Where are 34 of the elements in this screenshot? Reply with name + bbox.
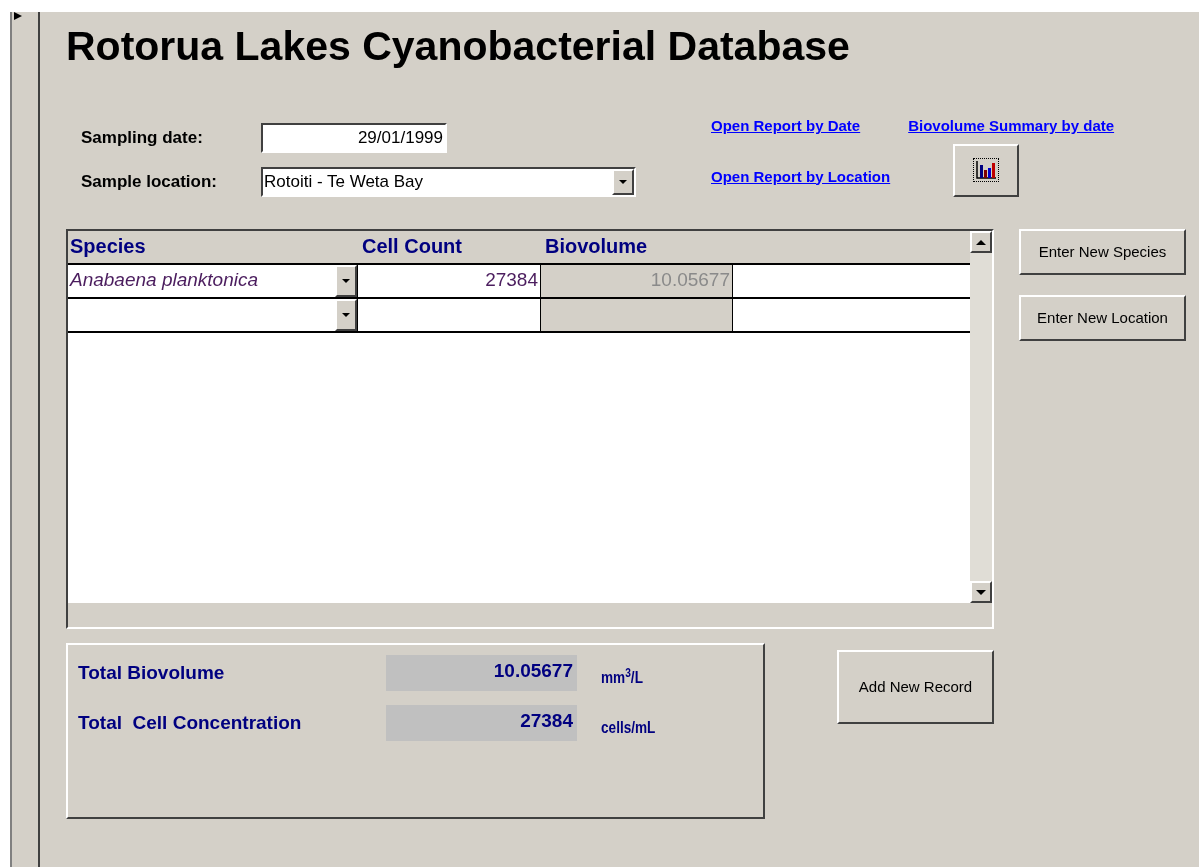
chart-button[interactable] xyxy=(953,143,1019,197)
caret-icon xyxy=(619,180,627,184)
column-header: Biovolume xyxy=(544,234,649,259)
report-link[interactable]: Open Report by Date xyxy=(711,115,861,138)
dropdown-button[interactable] xyxy=(335,265,357,297)
add-record-button[interactable]: Add New Record xyxy=(837,650,994,724)
total-label: Total Biovolume xyxy=(78,661,226,685)
unit-label: mm$^{3}$/L xyxy=(601,665,643,689)
unit-label: cells/mL xyxy=(601,717,656,739)
dropdown-button[interactable] xyxy=(612,169,634,195)
total-value: 10.05677 xyxy=(386,655,577,691)
report-link[interactable]: Biovolume Summary by date xyxy=(908,115,1115,138)
field-label: Sampling date: xyxy=(81,127,204,150)
caret-icon xyxy=(342,313,350,317)
field-label: Sample location: xyxy=(81,171,219,194)
column-header: Cell Count xyxy=(361,234,463,259)
report-link[interactable]: Open Report by Location xyxy=(711,165,953,188)
caret-icon xyxy=(342,279,350,283)
total-value: 27384 xyxy=(386,705,577,741)
species-combo[interactable]: Anabaena planktonica xyxy=(68,265,358,297)
biovolume-field: 10.05677 xyxy=(541,265,733,297)
date-field[interactable]: 29/01/1999 xyxy=(261,123,447,153)
total-label: Total Cell Concentration xyxy=(78,711,303,735)
side-button[interactable]: Enter New Species xyxy=(1019,229,1186,275)
column-header: Species xyxy=(69,234,147,259)
location-combo[interactable]: Rotoiti - Te Weta Bay xyxy=(261,167,636,197)
side-button[interactable]: Enter New Location xyxy=(1019,295,1186,341)
scroll-up-icon xyxy=(976,239,986,245)
scroll-down-icon xyxy=(976,589,986,595)
scrollbar[interactable] xyxy=(970,231,992,603)
bar-chart-icon xyxy=(974,159,998,181)
dropdown-button[interactable] xyxy=(335,299,357,331)
record-selector-icon xyxy=(14,12,22,20)
form-title: Rotorua Lakes Cyanobacterial Database xyxy=(66,26,851,67)
